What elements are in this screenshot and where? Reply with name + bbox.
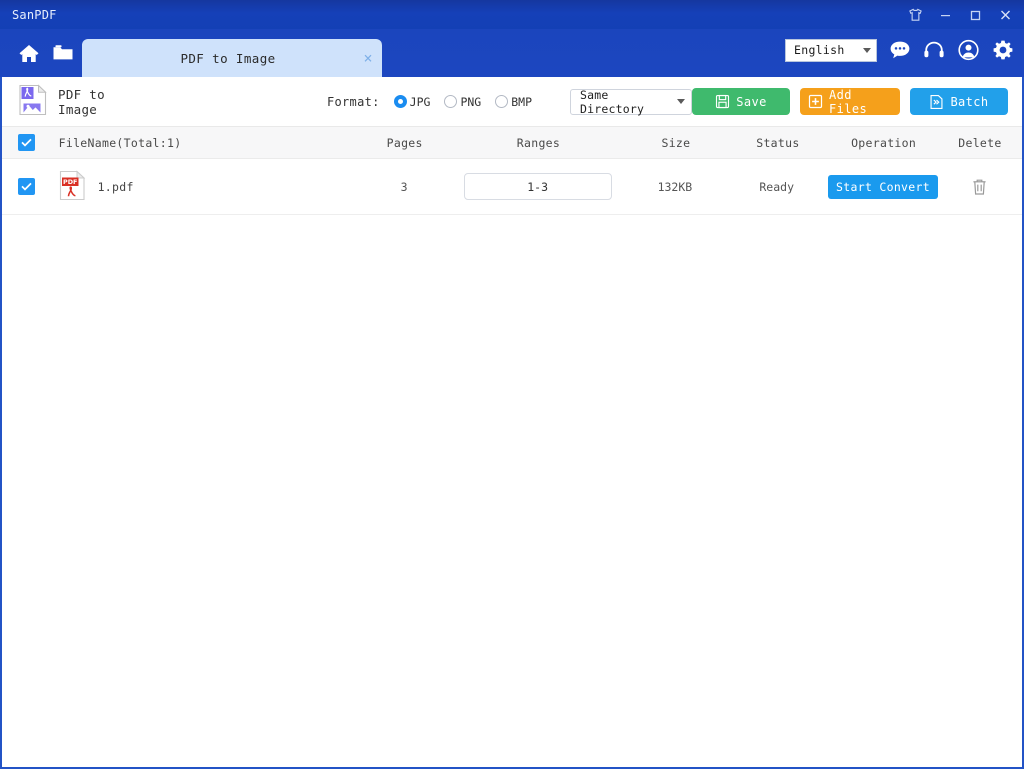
table-header-row: FileName(Total:1) Pages Ranges Size Stat… — [2, 127, 1022, 159]
radio-bmp[interactable] — [495, 95, 509, 108]
pdf-to-image-icon — [18, 83, 48, 120]
start-convert-button[interactable]: Start Convert — [828, 174, 938, 199]
headset-icon[interactable] — [923, 40, 945, 60]
tab-pdf-to-image[interactable]: PDF to Image × — [82, 39, 382, 77]
save-button-label: Save — [736, 94, 767, 109]
row-delete-cell — [938, 178, 1022, 196]
format-option-bmp[interactable]: BMP — [495, 95, 532, 109]
format-option-png[interactable]: PNG — [444, 95, 481, 109]
home-icon[interactable] — [18, 43, 40, 64]
pdf-file-icon: PDF — [59, 169, 86, 204]
floppy-icon — [715, 94, 730, 109]
row-operation-cell: Start Convert — [828, 174, 938, 199]
chat-icon[interactable] — [889, 40, 911, 60]
toolbar: PDF to Image Format: JPG PNG BMP Same Di… — [2, 77, 1022, 127]
format-option-png-label: PNG — [460, 94, 482, 109]
batch-button-label: Batch — [950, 94, 989, 109]
file-table: FileName(Total:1) Pages Ranges Size Stat… — [2, 127, 1022, 767]
title-bar: SanPDF — [0, 0, 1024, 29]
close-icon[interactable] — [990, 2, 1020, 28]
row-checkbox[interactable] — [2, 178, 51, 195]
trash-icon[interactable] — [971, 178, 988, 196]
status-badge: Ready — [759, 179, 794, 194]
format-group: Format: JPG PNG BMP Same Directory — [326, 87, 692, 116]
gear-icon[interactable] — [992, 39, 1014, 61]
app-title: SanPDF — [12, 7, 57, 22]
row-filename: 1.pdf — [97, 179, 134, 194]
toolbar-buttons: Save Add Files Batch — [692, 87, 1008, 116]
column-header-size: Size — [661, 135, 691, 150]
nav-bar: PDF to Image × English — [0, 29, 1024, 77]
chevron-down-icon — [677, 99, 685, 104]
tab-label: PDF to Image — [180, 50, 276, 66]
batch-icon — [929, 94, 944, 110]
maximize-icon[interactable] — [960, 2, 990, 28]
account-icon[interactable] — [957, 39, 980, 61]
radio-png[interactable] — [444, 95, 458, 108]
content-area: PDF to Image Format: JPG PNG BMP Same Di… — [0, 77, 1024, 769]
column-header-delete: Delete — [958, 135, 1002, 150]
tab-close-icon[interactable]: × — [354, 39, 382, 77]
minimize-icon[interactable] — [930, 2, 960, 28]
language-value: English — [794, 43, 845, 57]
language-select[interactable]: English — [785, 38, 877, 62]
folder-icon[interactable] — [52, 43, 74, 63]
column-header-pages: Pages — [386, 135, 423, 150]
tab-strip: PDF to Image × — [80, 29, 382, 77]
column-header-operation: Operation — [851, 135, 917, 150]
row-pages: 3 — [400, 179, 408, 194]
svg-text:PDF: PDF — [63, 178, 77, 186]
column-header-filename: FileName(Total:1) — [58, 135, 182, 150]
save-button[interactable]: Save — [692, 88, 790, 115]
nav-left-icons — [10, 29, 80, 77]
tool-title-group: PDF to Image — [18, 83, 109, 120]
format-label: Format: — [326, 94, 380, 109]
range-input[interactable] — [463, 173, 612, 200]
output-directory-select[interactable]: Same Directory — [570, 87, 692, 116]
batch-button[interactable]: Batch — [910, 88, 1008, 115]
add-files-button[interactable]: Add Files — [800, 87, 900, 116]
table-row: PDF 1.pdf 3 132KB Ready Start Convert — [2, 159, 1022, 215]
add-files-button-label: Add Files — [829, 87, 868, 116]
row-filename-cell: PDF 1.pdf — [51, 169, 358, 204]
format-option-bmp-label: BMP — [511, 94, 532, 109]
format-option-jpg[interactable]: JPG — [393, 94, 431, 109]
chevron-down-icon — [863, 47, 871, 53]
tool-title-label: PDF to Image — [58, 86, 105, 117]
checkbox-checked-icon — [17, 134, 35, 151]
column-header-status: Status — [756, 135, 800, 150]
radio-jpg[interactable] — [393, 95, 407, 108]
plus-icon — [808, 94, 823, 109]
nav-right-group: English — [785, 29, 1014, 77]
format-option-jpg-label: JPG — [409, 94, 431, 109]
column-header-ranges: Ranges — [516, 135, 561, 150]
app-window: SanPDF PDF to Image × English PDF to Ima… — [0, 0, 1024, 769]
select-all-checkbox[interactable] — [2, 134, 51, 151]
output-directory-value: Same Directory — [580, 87, 645, 116]
skin-icon[interactable] — [900, 2, 930, 28]
row-ranges-cell — [451, 173, 625, 200]
row-size: 132KB — [657, 179, 693, 194]
checkbox-checked-icon — [17, 178, 35, 195]
